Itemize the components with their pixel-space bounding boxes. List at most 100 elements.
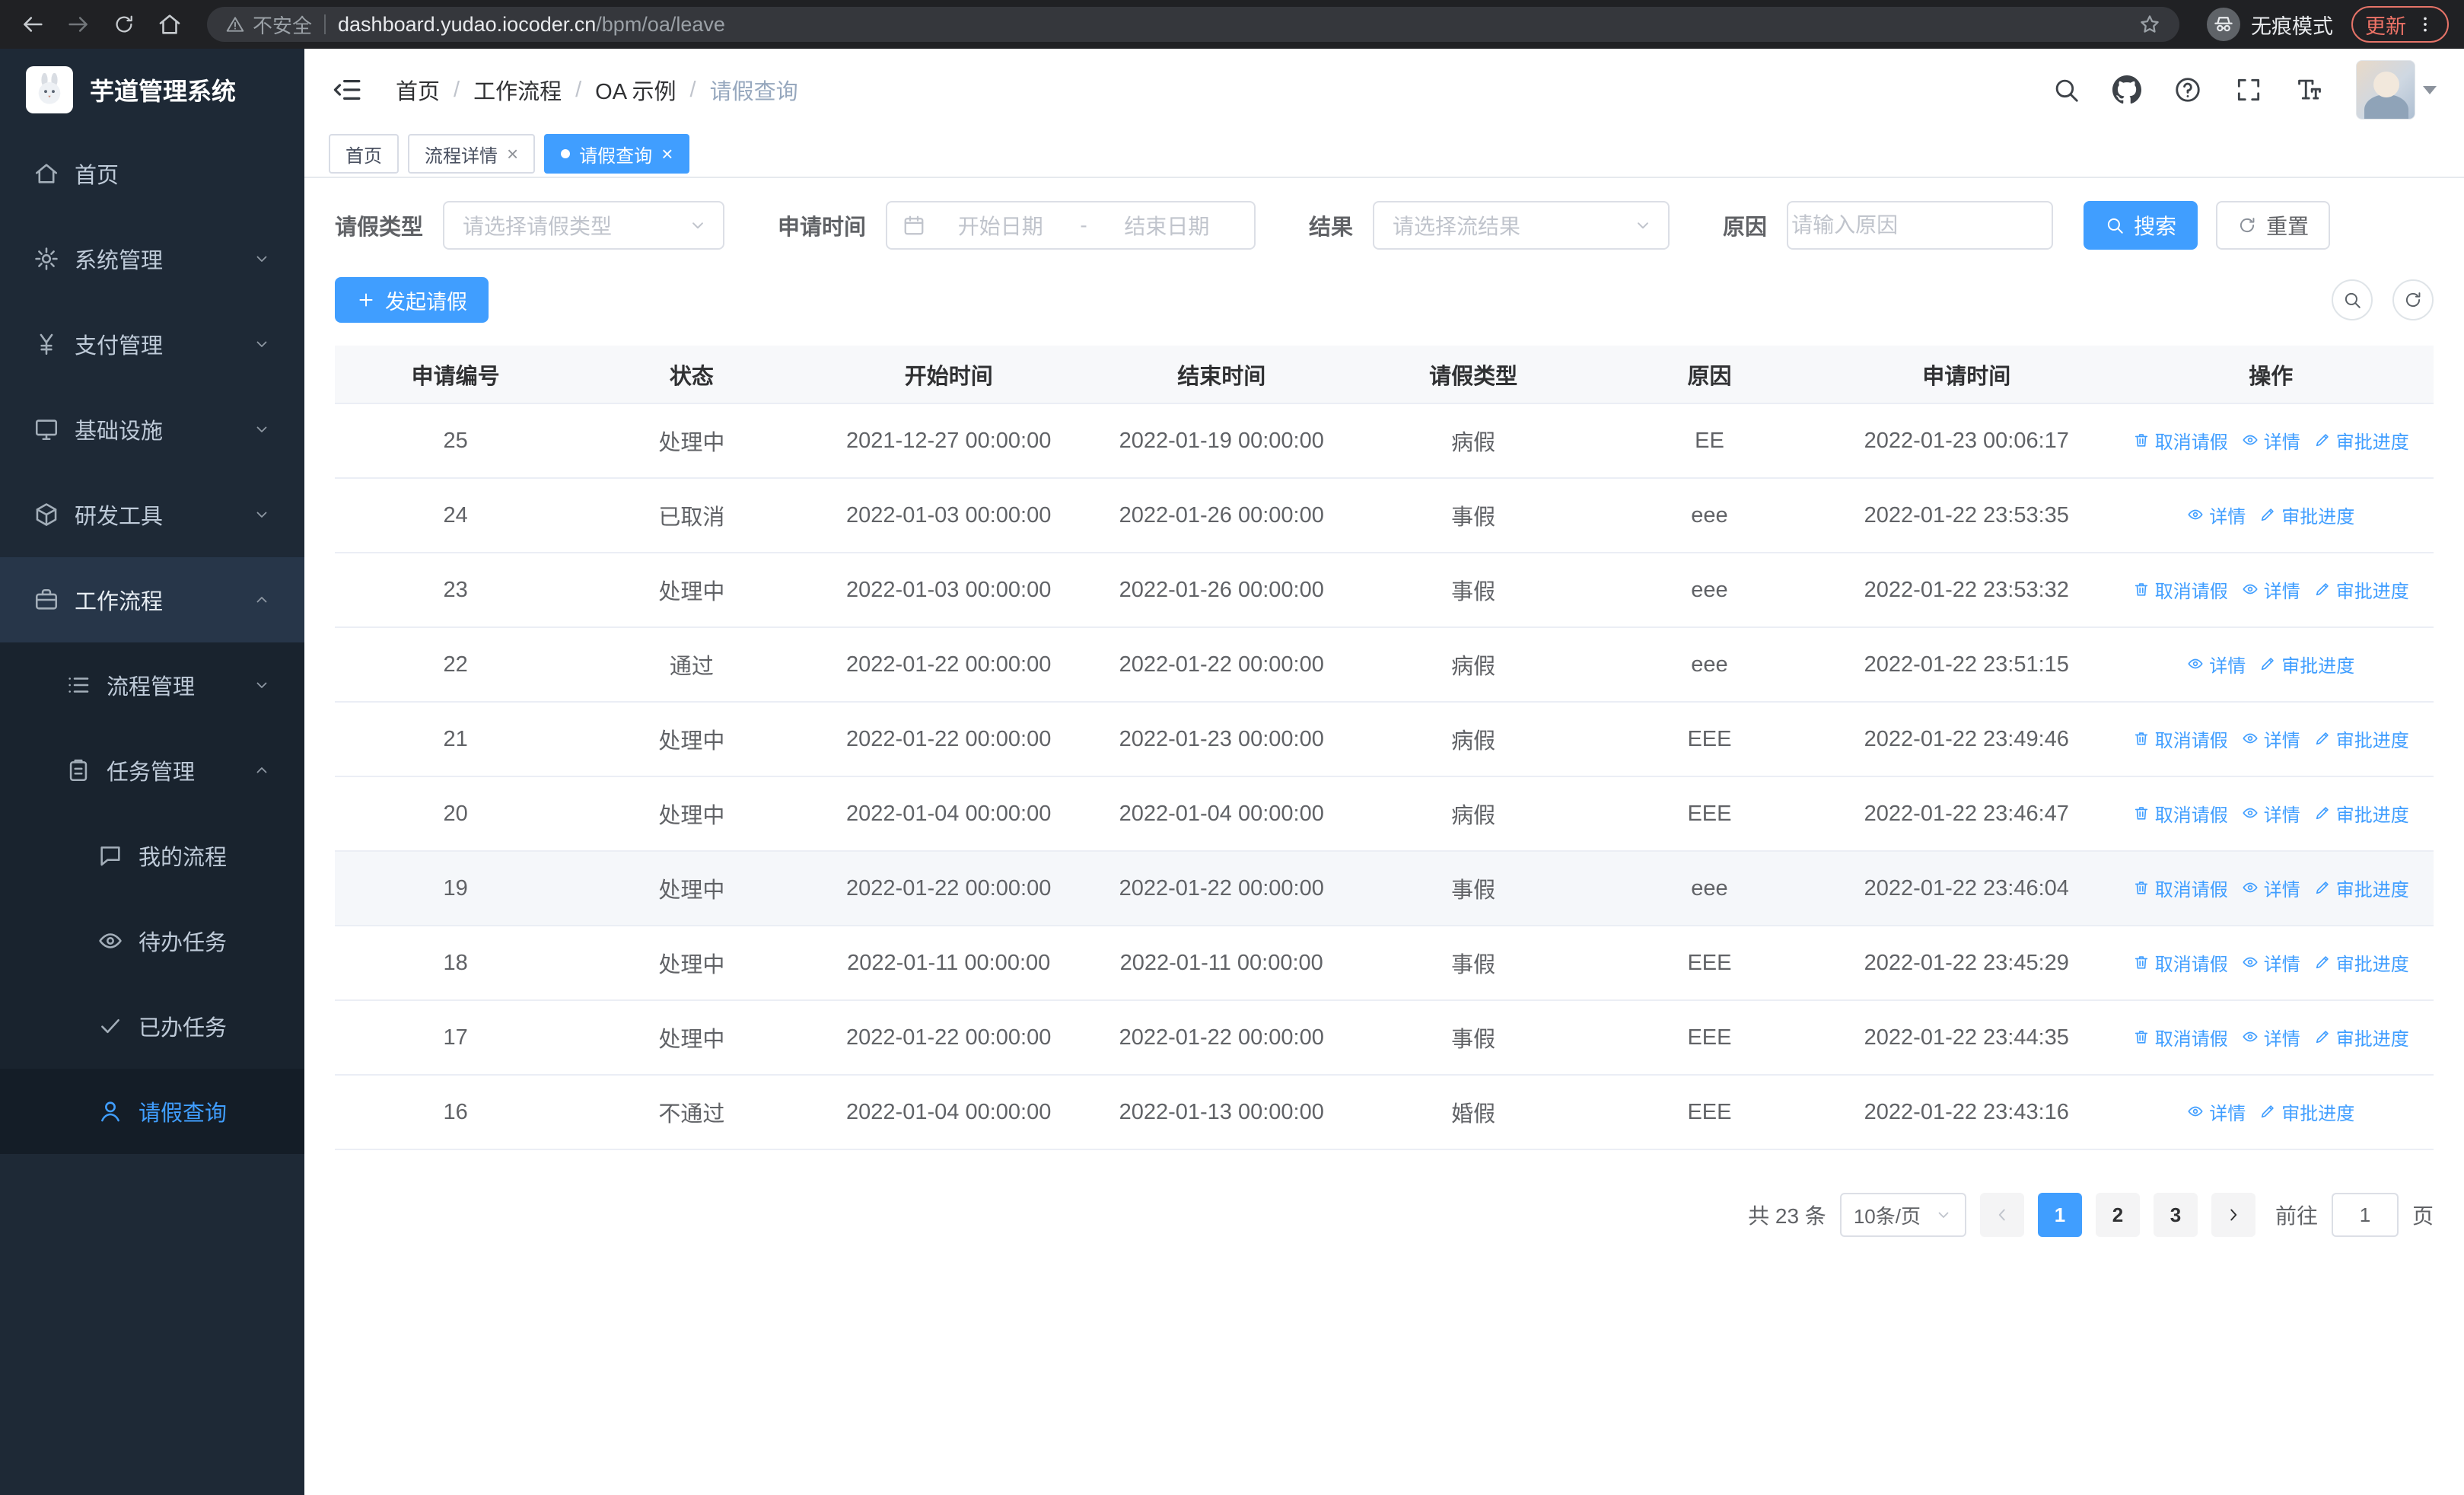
bookmark-star-icon[interactable] <box>2138 13 2161 36</box>
calendar-icon <box>903 214 925 237</box>
cancel-action-link[interactable]: 取消请假 <box>2133 875 2228 901</box>
detail-action-link[interactable]: 详情 <box>2242 800 2300 827</box>
security-chip[interactable]: 不安全 <box>225 11 312 39</box>
github-icon[interactable] <box>2112 75 2141 104</box>
cell-operations: 取消请假 详情 审批进度 <box>2108 776 2434 852</box>
main-area: 首页 / 工作流程 / OA 示例 / 请假查询 首页 流程详情 × 请假查询 × 请假类型 请选择… <box>304 49 2464 1495</box>
sidebar-item-devtools[interactable]: 研发工具 <box>0 472 304 557</box>
progress-action-link[interactable]: 审批进度 <box>2314 427 2409 454</box>
sidebar-item-home[interactable]: 首页 <box>0 131 304 216</box>
breadcrumb-item[interactable]: 工作流程 <box>473 74 562 106</box>
detail-action-link[interactable]: 详情 <box>2242 576 2300 603</box>
bookmark-star-icon <box>2141 15 2159 33</box>
browser-menu-icon <box>2424 17 2427 32</box>
next-page-button[interactable] <box>2211 1193 2255 1237</box>
detail-action-link[interactable]: 详情 <box>2187 651 2246 677</box>
trash-icon <box>2135 881 2147 894</box>
sidebar-item-done-tasks[interactable]: 已办任务 <box>0 983 304 1069</box>
app-shell: 芋道管理系统 首页 系统管理 支付管理 基础设施 研发工具 工作流程 流程管理 任务管理 我的流… <box>0 49 2464 1495</box>
browser-reload-button[interactable] <box>107 7 142 42</box>
search-icon <box>2055 79 2078 102</box>
cell-reason: eee <box>1593 478 1826 553</box>
apply-time-range-picker[interactable]: 开始日期 - 结束日期 <box>886 201 1256 250</box>
sidebar-item-payment[interactable]: 支付管理 <box>0 301 304 387</box>
refresh-table-button[interactable] <box>2392 279 2434 320</box>
progress-action-link[interactable]: 审批进度 <box>2314 576 2409 603</box>
app-logo[interactable]: 芋道管理系统 <box>0 49 304 131</box>
help-icon[interactable] <box>2173 75 2202 104</box>
sidebar-item-workflow[interactable]: 工作流程 <box>0 557 304 642</box>
user-menu[interactable] <box>2356 60 2437 120</box>
sidebar-item-leave-query[interactable]: 请假查询 <box>0 1069 304 1154</box>
page-button-1[interactable]: 1 <box>2037 1193 2082 1237</box>
sidebar-item-my-process[interactable]: 我的流程 <box>0 813 304 898</box>
progress-action-link[interactable]: 审批进度 <box>2259 502 2354 528</box>
detail-action-link[interactable]: 详情 <box>2242 1024 2300 1050</box>
cancel-action-link[interactable]: 取消请假 <box>2133 800 2228 827</box>
cancel-action-link[interactable]: 取消请假 <box>2133 427 2228 454</box>
page-button-2[interactable]: 2 <box>2095 1193 2140 1237</box>
tab-leave-query[interactable]: 请假查询 × <box>544 134 690 174</box>
reason-input[interactable] <box>1791 213 2049 237</box>
cancel-action-link[interactable]: 取消请假 <box>2133 949 2228 976</box>
cell-start-time: 2022-01-04 00:00:00 <box>807 776 1090 852</box>
leave-type-select[interactable]: 请选择请假类型 <box>443 201 725 250</box>
detail-action-link[interactable]: 详情 <box>2242 949 2300 976</box>
avatar[interactable] <box>2356 60 2415 120</box>
trash-icon <box>2135 1031 2147 1044</box>
tab-process-detail[interactable]: 流程详情 × <box>408 134 536 174</box>
font-size-icon[interactable] <box>2295 75 2324 104</box>
eye-icon <box>2243 882 2258 893</box>
breadcrumb-item[interactable]: OA 示例 <box>595 74 676 106</box>
result-select[interactable]: 请选择流结果 <box>1373 201 1670 250</box>
search-button[interactable]: 搜索 <box>2084 201 2198 250</box>
browser-menu-icon[interactable] <box>2415 14 2435 34</box>
cell-start-time: 2021-12-27 00:00:00 <box>807 403 1090 479</box>
pen-icon <box>2316 583 2329 596</box>
tab-home[interactable]: 首页 <box>329 134 399 174</box>
browser-update-button[interactable]: 更新 <box>2351 6 2449 43</box>
browser-chrome: 不安全 dashboard.yudao.iocoder.cn/bpm/oa/le… <box>0 0 2464 49</box>
breadcrumb-item[interactable]: 首页 <box>396 74 440 106</box>
browser-back-button[interactable] <box>15 7 50 42</box>
progress-action-link[interactable]: 审批进度 <box>2314 875 2409 901</box>
sidebar-item-system[interactable]: 系统管理 <box>0 216 304 301</box>
reset-button[interactable]: 重置 <box>2216 201 2331 250</box>
close-tab-icon[interactable]: × <box>661 144 673 164</box>
detail-action-link[interactable]: 详情 <box>2242 875 2300 901</box>
detail-action-link[interactable]: 详情 <box>2187 1098 2246 1125</box>
cancel-action-link[interactable]: 取消请假 <box>2133 1024 2228 1050</box>
progress-action-link[interactable]: 审批进度 <box>2314 800 2409 827</box>
toggle-search-button[interactable] <box>2332 279 2373 320</box>
sidebar-item-infrastructure[interactable]: 基础设施 <box>0 387 304 472</box>
progress-action-link[interactable]: 审批进度 <box>2259 651 2354 677</box>
fullscreen-icon[interactable] <box>2234 75 2263 104</box>
goto-page-input[interactable] <box>2332 1203 2397 1227</box>
progress-action-link[interactable]: 审批进度 <box>2314 725 2409 752</box>
sidebar-item-task-management[interactable]: 任务管理 <box>0 728 304 813</box>
sidebar-item-todo-tasks[interactable]: 待办任务 <box>0 898 304 983</box>
cancel-action-link[interactable]: 取消请假 <box>2133 576 2228 603</box>
cancel-action-link[interactable]: 取消请假 <box>2133 725 2228 752</box>
close-tab-icon[interactable]: × <box>507 144 518 164</box>
refresh-icon <box>2240 218 2255 233</box>
browser-home-button[interactable] <box>152 7 187 42</box>
sidebar-item-process-management[interactable]: 流程管理 <box>0 642 304 728</box>
browser-forward-button[interactable] <box>61 7 96 42</box>
collapse-sidebar-icon[interactable] <box>332 74 364 106</box>
cell-status: 处理中 <box>576 553 807 628</box>
page-button-3[interactable]: 3 <box>2153 1193 2198 1237</box>
create-leave-button[interactable]: 发起请假 <box>335 277 489 323</box>
progress-action-link[interactable]: 审批进度 <box>2314 949 2409 976</box>
prev-page-button[interactable] <box>1979 1193 2024 1237</box>
search-icon[interactable] <box>2052 75 2080 104</box>
cell-apply-time: 2022-01-22 23:46:04 <box>1825 851 2109 926</box>
address-bar[interactable]: 不安全 dashboard.yudao.iocoder.cn/bpm/oa/le… <box>207 7 2179 42</box>
detail-action-link[interactable]: 详情 <box>2242 725 2300 752</box>
progress-action-link[interactable]: 审批进度 <box>2259 1098 2354 1125</box>
progress-action-link[interactable]: 审批进度 <box>2314 1024 2409 1050</box>
page-size-select[interactable]: 10条/页 <box>1839 1193 1966 1237</box>
detail-action-link[interactable]: 详情 <box>2187 502 2246 528</box>
detail-action-link[interactable]: 详情 <box>2242 427 2300 454</box>
security-label: 不安全 <box>253 14 313 37</box>
